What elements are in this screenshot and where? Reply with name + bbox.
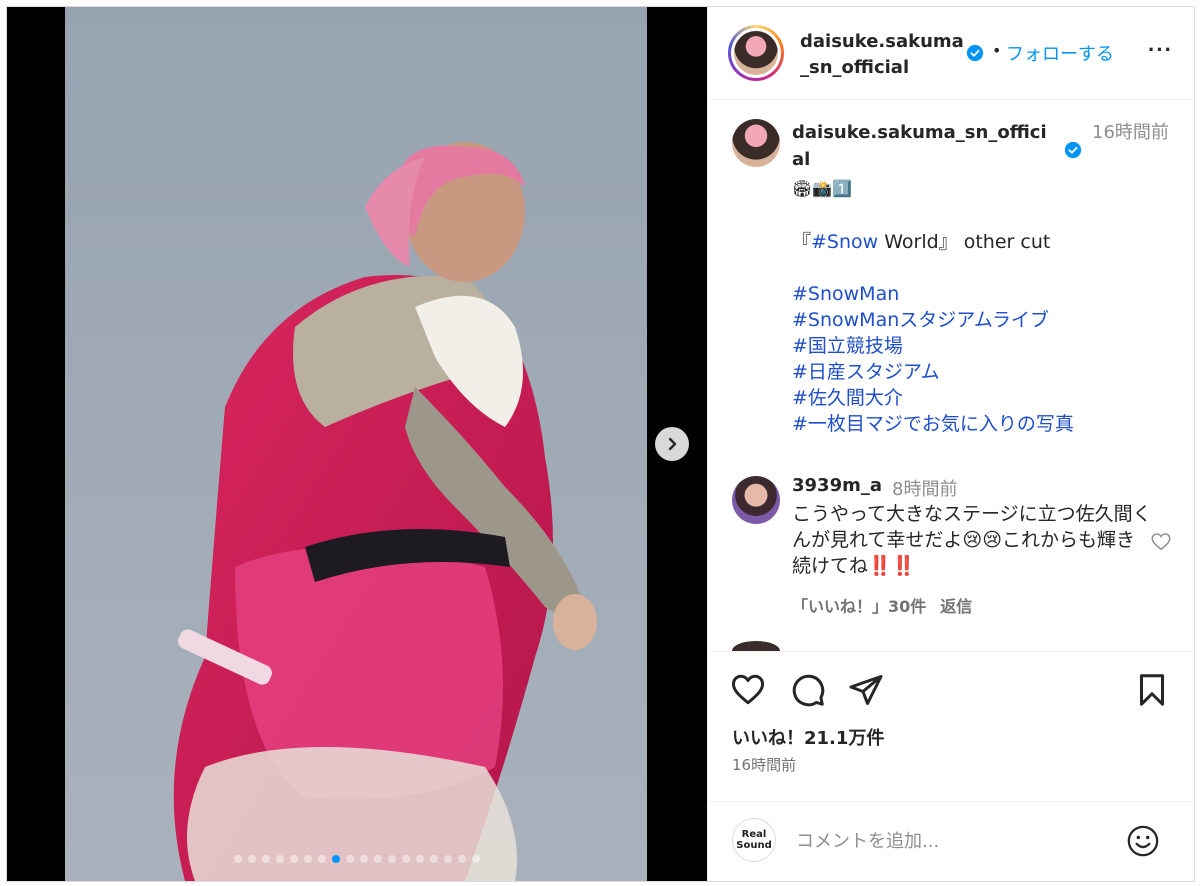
share-button[interactable] bbox=[848, 672, 884, 711]
post-photo[interactable] bbox=[65, 7, 647, 881]
caption-emojis: 🏟📸1️⃣ bbox=[792, 179, 853, 198]
caption-time: 16時間前 bbox=[1092, 122, 1169, 143]
hashtag-link[interactable]: #国立競技場 bbox=[792, 333, 903, 359]
comment-likes-count[interactable]: 「いいね！」30件 bbox=[792, 597, 926, 616]
comment-like-button[interactable] bbox=[1150, 531, 1172, 556]
hashtag-link[interactable]: #SnowMan bbox=[792, 281, 899, 307]
performer-photo bbox=[65, 7, 647, 881]
story-ring[interactable] bbox=[728, 25, 784, 81]
avatar bbox=[734, 31, 778, 75]
hashtag-link[interactable]: #佐久間大介 bbox=[792, 385, 903, 411]
paper-plane-icon bbox=[849, 675, 883, 705]
comment-input[interactable] bbox=[796, 826, 1096, 856]
chevron-right-icon bbox=[668, 437, 677, 451]
hashtag-link[interactable]: #一枚目マジでお気に入りの写真 bbox=[792, 411, 1074, 437]
comment-text: こうやって大きなステージに立つ佐久間くんが見れて幸せだよ😢😢これからも輝き続けて… bbox=[792, 503, 1152, 577]
heart-icon bbox=[1151, 533, 1171, 551]
post-media bbox=[7, 7, 707, 881]
reply-button[interactable]: 返信 bbox=[940, 597, 972, 616]
carousel-dot bbox=[416, 855, 424, 863]
carousel-dot bbox=[276, 855, 284, 863]
comment-username[interactable]: 3939m_a bbox=[792, 475, 882, 496]
carousel-dot bbox=[346, 855, 354, 863]
follow-button[interactable]: フォローする bbox=[1006, 40, 1114, 66]
post-side-panel: daisuke.sakuma_sn_official • フォローする ··· … bbox=[707, 7, 1194, 881]
carousel-dot bbox=[444, 855, 452, 863]
caption-avatar[interactable] bbox=[732, 119, 780, 167]
carousel-dot bbox=[262, 855, 270, 863]
smiley-icon bbox=[1127, 825, 1159, 857]
comment-avatar[interactable] bbox=[732, 476, 780, 524]
next-comment-avatar[interactable] bbox=[732, 641, 780, 651]
hashtag-link[interactable]: #SnowManスタジアムライブ bbox=[792, 307, 1049, 333]
carousel-dot bbox=[402, 855, 410, 863]
caption-title: 『#Snow World』 other cut bbox=[792, 231, 1051, 253]
more-options-button[interactable]: ··· bbox=[1148, 37, 1173, 63]
comment-button[interactable] bbox=[790, 672, 826, 711]
hashtag-link[interactable]: #日産スタジアム bbox=[792, 359, 940, 385]
save-button[interactable] bbox=[1134, 672, 1170, 711]
instagram-post: daisuke.sakuma_sn_official • フォローする ··· … bbox=[6, 6, 1195, 882]
carousel-dot bbox=[290, 855, 298, 863]
carousel-dot bbox=[374, 855, 382, 863]
heart-icon bbox=[731, 674, 765, 705]
carousel-dot bbox=[332, 855, 340, 863]
bookmark-icon bbox=[1140, 674, 1164, 706]
comments-section[interactable]: daisuke.sakuma_sn_official 16時間前 🏟📸1️⃣ 『… bbox=[708, 101, 1194, 651]
carousel-dot bbox=[248, 855, 256, 863]
comment-bubble-icon bbox=[792, 674, 825, 707]
post-actions: いいね！21.1万件 16時間前 bbox=[708, 651, 1194, 801]
emoji-button[interactable] bbox=[1126, 824, 1160, 861]
post-header: daisuke.sakuma_sn_official • フォローする ··· bbox=[708, 7, 1194, 100]
verified-badge-icon bbox=[1064, 141, 1082, 159]
carousel-dot bbox=[388, 855, 396, 863]
carousel-dot bbox=[304, 855, 312, 863]
add-comment-bar: Real Sound bbox=[708, 801, 1194, 881]
post-time: 16時間前 bbox=[732, 756, 797, 774]
comment-time: 8時間前 bbox=[892, 479, 958, 500]
carousel-dot bbox=[234, 855, 242, 863]
like-button[interactable] bbox=[730, 672, 766, 711]
carousel-dot bbox=[318, 855, 326, 863]
carousel-dot bbox=[430, 855, 438, 863]
carousel-dot bbox=[472, 855, 480, 863]
verified-badge-icon bbox=[966, 44, 984, 62]
carousel-dot bbox=[458, 855, 466, 863]
next-photo-button[interactable] bbox=[655, 427, 689, 461]
carousel-dots bbox=[7, 855, 707, 863]
separator-dot: • bbox=[992, 41, 1002, 60]
caption-username[interactable]: daisuke.sakuma_sn_official bbox=[792, 119, 1057, 173]
likes-count[interactable]: いいね！21.1万件 bbox=[732, 724, 884, 750]
hashtag-link[interactable]: #Snow bbox=[811, 231, 878, 253]
comment-meta: 「いいね！」30件 返信 bbox=[792, 593, 986, 617]
header-username[interactable]: daisuke.sakuma_sn_official bbox=[800, 29, 965, 81]
real-sound-logo: Real Sound bbox=[732, 818, 776, 862]
carousel-dot bbox=[360, 855, 368, 863]
